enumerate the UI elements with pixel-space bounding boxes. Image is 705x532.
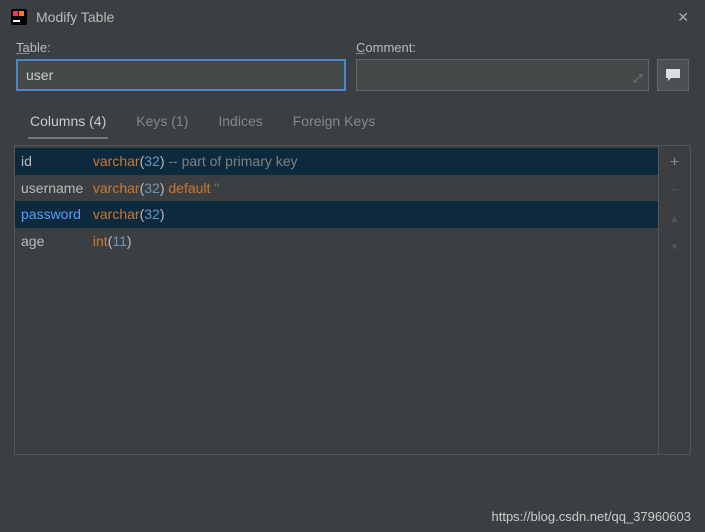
table-row[interactable]: username varchar(32) default '' — [15, 175, 658, 202]
table-row[interactable]: id varchar(32) -- part of primary key — [15, 148, 658, 175]
tab-foreign-keys[interactable]: Foreign Keys — [291, 107, 377, 139]
tab-indices[interactable]: Indices — [216, 107, 264, 139]
tab-columns[interactable]: Columns (4) — [28, 107, 108, 139]
titlebar: Modify Table ✕ — [0, 0, 705, 34]
form-row: Table: Comment: ⤢ — [0, 34, 705, 101]
add-column-button[interactable]: + — [664, 152, 686, 174]
table-row[interactable]: age int(11) — [15, 228, 658, 255]
table-label: Table: — [16, 40, 346, 55]
window-title: Modify Table — [36, 9, 671, 25]
comment-label: Comment: — [356, 40, 689, 55]
expand-icon[interactable]: ⤢ — [633, 73, 642, 86]
tab-keys[interactable]: Keys (1) — [134, 107, 190, 139]
table-name-input[interactable] — [16, 59, 346, 91]
column-actions: + − ▲ ▼ — [658, 146, 690, 454]
move-up-button[interactable]: ▲ — [664, 208, 686, 230]
columns-list[interactable]: id varchar(32) -- part of primary keyuse… — [15, 146, 658, 454]
tabs: Columns (4) Keys (1) Indices Foreign Keys — [0, 107, 705, 139]
app-icon — [10, 8, 28, 26]
comment-popup-button[interactable] — [657, 59, 689, 91]
remove-column-button[interactable]: − — [664, 180, 686, 202]
comment-input[interactable]: ⤢ — [356, 59, 649, 91]
columns-panel: id varchar(32) -- part of primary keyuse… — [14, 145, 691, 455]
table-field-group: Table: — [16, 40, 346, 91]
comment-field-group: Comment: ⤢ — [356, 40, 689, 91]
close-icon[interactable]: ✕ — [671, 7, 695, 28]
table-row[interactable]: password varchar(32) — [15, 201, 658, 228]
watermark: https://blog.csdn.net/qq_37960603 — [492, 509, 692, 524]
move-down-button[interactable]: ▼ — [664, 236, 686, 258]
